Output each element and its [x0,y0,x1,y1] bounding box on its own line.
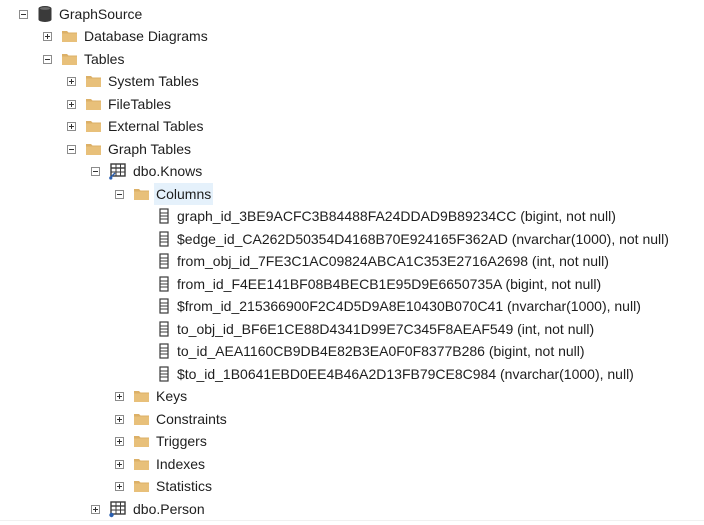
tree-node-knows-table[interactable]: dbo.Knows [91,160,202,182]
column-label: $edge_id_CA262D50354D4168B70E924165F362A… [177,231,669,247]
person-table-label: dbo.Person [133,501,205,517]
edge-table-icon [109,162,127,180]
keys-label: Keys [156,388,188,404]
column-item[interactable]: to_obj_id_BF6E1CE88D4341D99E7C345F8AEAF5… [139,318,594,340]
expand-toggle-icon[interactable] [115,391,124,401]
expand-toggle-icon[interactable] [67,99,76,109]
filetables-label: FileTables [108,96,172,112]
column-item[interactable]: $from_id_215366900F2C4D5D9A8E10430B070C4… [139,295,641,317]
tree-node-constraints[interactable]: Constraints [115,408,227,430]
tree-node-keys[interactable]: Keys [115,385,187,407]
expand-toggle-icon[interactable] [115,414,124,424]
column-label: $to_id_1B0641EBD0EE4B46A2D13FB79CE8C984 … [177,366,634,382]
column-icon [157,253,171,269]
external-tables-label: External Tables [108,118,204,134]
tree-node-graph-tables[interactable]: Graph Tables [67,138,191,160]
expand-toggle-icon[interactable] [67,76,76,86]
collapse-toggle-icon[interactable] [19,9,28,19]
column-item[interactable]: $edge_id_CA262D50354D4168B70E924165F362A… [139,228,669,250]
folder-icon [85,74,102,88]
divider [0,520,704,521]
column-icon [157,231,171,247]
column-icon [157,343,171,359]
collapse-toggle-icon[interactable] [67,144,76,154]
column-label: $from_id_215366900F2C4D5D9A8E10430B070C4… [177,298,641,314]
collapse-toggle-icon[interactable] [91,166,100,176]
tree-node-triggers[interactable]: Triggers [115,430,207,452]
folder-icon [133,389,150,403]
tree-node-columns[interactable]: Columns [115,183,214,205]
folder-icon [133,434,150,448]
expand-toggle-icon[interactable] [67,121,76,131]
folder-icon [133,479,150,493]
column-item[interactable]: $to_id_1B0641EBD0EE4B46A2D13FB79CE8C984 … [139,363,634,385]
folder-icon [133,187,150,201]
collapse-toggle-icon[interactable] [115,189,124,199]
node-table-icon [109,500,127,518]
column-icon [157,366,171,382]
indexes-label: Indexes [156,456,206,472]
tree-node-system-tables[interactable]: System Tables [67,70,199,92]
column-label: graph_id_3BE9ACFC3B84488FA24DDAD9B89234C… [177,208,616,224]
column-label: from_id_F4EE141BF08B4BECB1E95D9E6650735A… [177,276,602,292]
column-icon [157,321,171,337]
column-item[interactable]: graph_id_3BE9ACFC3B84488FA24DDAD9B89234C… [139,205,616,227]
expand-toggle-icon[interactable] [43,31,52,41]
folder-icon [133,412,150,426]
collapse-toggle-icon[interactable] [43,54,52,64]
tree-node-tables[interactable]: Tables [43,48,124,70]
folder-icon [85,119,102,133]
folder-icon [85,142,102,156]
column-icon [157,276,171,292]
column-label: to_obj_id_BF6E1CE88D4341D99E7C345F8AEAF5… [177,321,595,337]
database-diagrams-label: Database Diagrams [84,28,208,44]
column-icon [157,298,171,314]
column-item[interactable]: to_id_AEA1160CB9DB4E82B3EA0F0F8377B286 (… [139,340,585,362]
graph-tables-label: Graph Tables [108,141,192,157]
tree-node-indexes[interactable]: Indexes [115,453,205,475]
tree-node-database[interactable]: GraphSource [19,3,142,25]
triggers-label: Triggers [156,433,207,449]
expand-toggle-icon[interactable] [91,504,100,514]
database-label: GraphSource [59,6,143,22]
database-icon [37,5,53,23]
folder-icon [133,457,150,471]
folder-icon [61,52,78,66]
tree-node-filetables[interactable]: FileTables [67,93,171,115]
statistics-label: Statistics [156,478,213,494]
expand-toggle-icon[interactable] [115,436,124,446]
column-item[interactable]: from_obj_id_7FE3C1AC09824ABCA1C353E2716A… [139,250,609,272]
tables-label: Tables [84,51,125,67]
tree-node-statistics[interactable]: Statistics [115,475,212,497]
folder-icon [85,97,102,111]
object-explorer-tree: GraphSource Database Diagrams Tables Sys… [0,0,704,525]
tree-node-external-tables[interactable]: External Tables [67,115,203,137]
system-tables-label: System Tables [108,73,199,89]
column-icon [157,208,171,224]
column-label: to_id_AEA1160CB9DB4E82B3EA0F0F8377B286 (… [177,343,585,359]
expand-toggle-icon[interactable] [115,481,124,491]
columns-label: Columns [154,183,214,205]
tree-node-database-diagrams[interactable]: Database Diagrams [43,25,208,47]
knows-table-label: dbo.Knows [133,163,203,179]
expand-toggle-icon[interactable] [115,459,124,469]
folder-icon [61,29,78,43]
column-item[interactable]: from_id_F4EE141BF08B4BECB1E95D9E6650735A… [139,273,601,295]
constraints-label: Constraints [156,411,227,427]
tree-node-person-table[interactable]: dbo.Person [91,498,205,520]
column-label: from_obj_id_7FE3C1AC09824ABCA1C353E2716A… [177,253,609,269]
